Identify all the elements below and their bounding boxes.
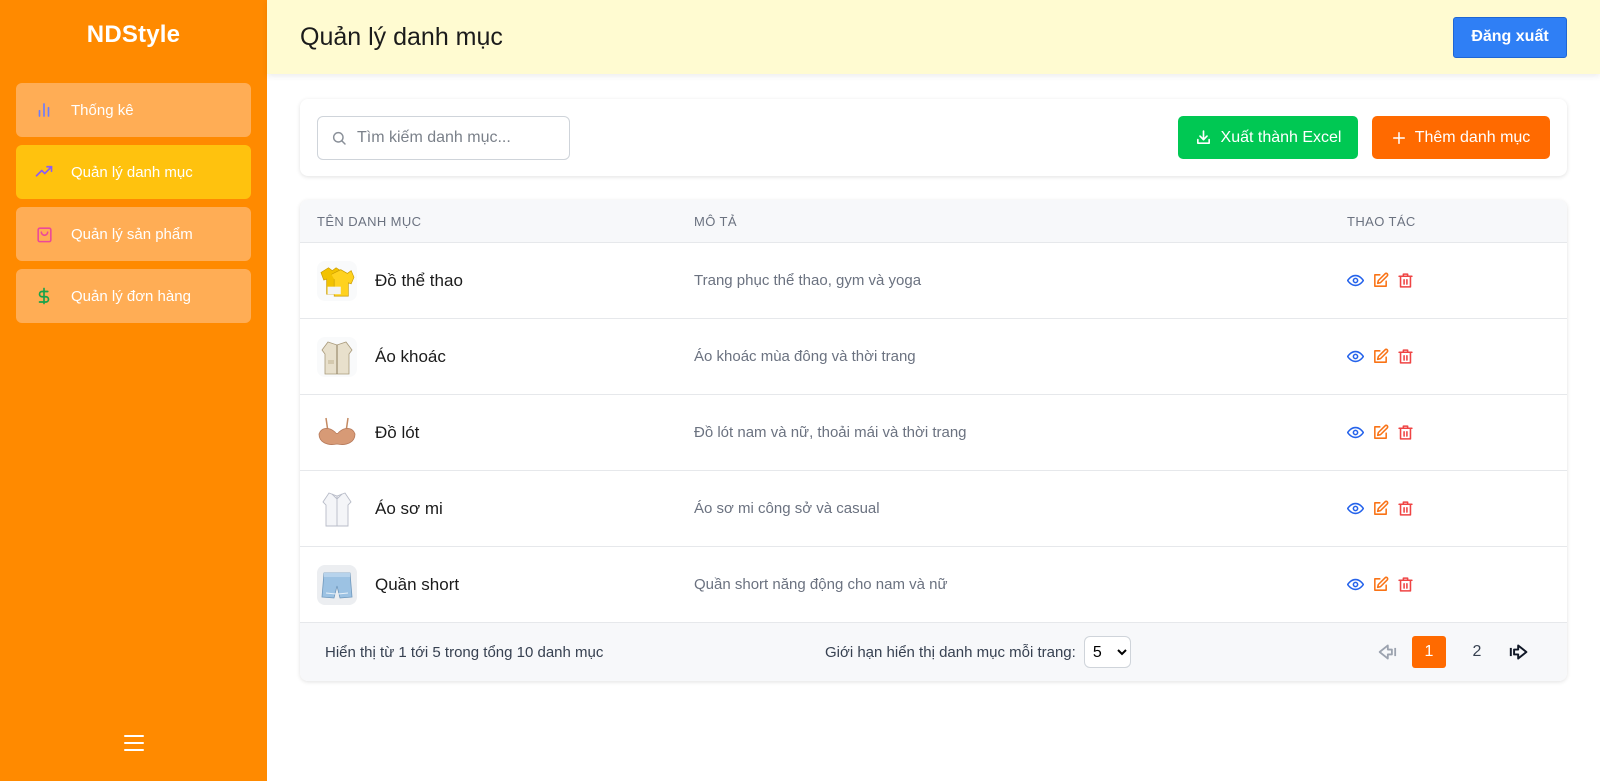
add-category-label: Thêm danh mục xyxy=(1414,128,1531,146)
plus-icon xyxy=(1392,131,1406,145)
sidebar-nav: Thống kê Quản lý danh mục Quản lý sản ph… xyxy=(0,70,267,323)
menu-toggle-icon[interactable] xyxy=(122,733,146,753)
category-name: Quần short xyxy=(375,574,460,594)
category-description: Quần short năng động cho nam và nữ xyxy=(694,576,948,593)
page-size-label: Giới hạn hiển thị danh mục mỗi trang: xyxy=(825,643,1076,661)
sidebar-item-categories[interactable]: Quản lý danh mục xyxy=(16,145,251,199)
column-header-actions: THAO TÁC xyxy=(1347,213,1416,229)
page-header: Quản lý danh mục Đăng xuất xyxy=(267,0,1600,74)
export-excel-button[interactable]: Xuất thành Excel xyxy=(1178,116,1358,159)
pagination: 1 2 xyxy=(1369,636,1537,668)
table-row: Áo khoác Áo khoác mùa đông và thời trang xyxy=(300,319,1567,395)
delete-icon[interactable] xyxy=(1397,272,1414,289)
shopping-bag-icon xyxy=(34,224,54,244)
page-size-control: Giới hạn hiển thị danh mục mỗi trang: 5 xyxy=(825,636,1131,668)
sidebar-item-products[interactable]: Quản lý sản phẩm xyxy=(16,207,251,261)
category-thumbnail xyxy=(317,488,357,529)
prev-page-icon[interactable] xyxy=(1369,636,1405,668)
category-thumbnail xyxy=(317,260,357,301)
sidebar-item-label: Quản lý sản phẩm xyxy=(71,225,193,243)
main-content: Quản lý danh mục Đăng xuất Xuất thành E xyxy=(267,0,1600,781)
next-page-icon[interactable] xyxy=(1501,636,1537,668)
logout-button[interactable]: Đăng xuất xyxy=(1453,16,1567,58)
edit-icon[interactable] xyxy=(1372,576,1389,593)
pagination-info: Hiển thị từ 1 tới 5 trong tổng 10 danh m… xyxy=(325,643,604,661)
row-actions xyxy=(1347,348,1567,365)
category-description: Áo sơ mi công sở và casual xyxy=(694,500,880,517)
category-description: Đồ lót nam và nữ, thoải mái và thời tran… xyxy=(694,424,967,441)
view-icon[interactable] xyxy=(1347,576,1364,593)
category-name: Đồ thể thao xyxy=(375,270,463,290)
row-actions xyxy=(1347,424,1567,441)
dollar-icon xyxy=(34,286,54,306)
column-header-description: MÔ TẢ xyxy=(694,213,737,229)
table-footer: Hiển thị từ 1 tới 5 trong tổng 10 danh m… xyxy=(300,623,1567,681)
search-box[interactable] xyxy=(317,115,570,160)
row-actions xyxy=(1347,576,1567,593)
edit-icon[interactable] xyxy=(1372,500,1389,517)
sidebar-item-orders[interactable]: Quản lý đơn hàng xyxy=(16,269,251,323)
page-size-select[interactable]: 5 xyxy=(1083,636,1131,668)
delete-icon[interactable] xyxy=(1397,348,1414,365)
edit-icon[interactable] xyxy=(1372,272,1389,289)
page-title: Quản lý danh mục xyxy=(300,22,503,51)
category-table: TÊN DANH MỤC MÔ TẢ THAO TÁC Đồ thể thao … xyxy=(300,200,1567,681)
view-icon[interactable] xyxy=(1347,424,1364,441)
sidebar-item-label: Thống kê xyxy=(71,101,134,119)
sidebar: NDStyle Thống kê Quản lý danh mục Quản l… xyxy=(0,0,267,781)
search-input[interactable] xyxy=(357,128,557,147)
edit-icon[interactable] xyxy=(1372,424,1389,441)
column-header-name: TÊN DANH MỤC xyxy=(317,213,422,229)
delete-icon[interactable] xyxy=(1397,500,1414,517)
edit-icon[interactable] xyxy=(1372,348,1389,365)
table-row: Áo sơ mi Áo sơ mi công sở và casual xyxy=(300,471,1567,547)
category-thumbnail xyxy=(317,336,357,377)
table-header: TÊN DANH MỤC MÔ TẢ THAO TÁC xyxy=(300,200,1567,243)
trending-up-icon xyxy=(34,162,54,182)
sidebar-item-label: Quản lý danh mục xyxy=(71,163,193,181)
category-name: Đồ lót xyxy=(375,422,420,442)
view-icon[interactable] xyxy=(1347,348,1364,365)
view-icon[interactable] xyxy=(1347,500,1364,517)
table-row: Đồ lót Đồ lót nam và nữ, thoải mái và th… xyxy=(300,395,1567,471)
brand-logo[interactable]: NDStyle xyxy=(0,0,267,70)
category-thumbnail xyxy=(317,412,357,453)
row-actions xyxy=(1347,272,1567,289)
add-category-button[interactable]: Thêm danh mục xyxy=(1372,116,1550,159)
delete-icon[interactable] xyxy=(1397,576,1414,593)
toolbar: Xuất thành Excel Thêm danh mục xyxy=(300,99,1567,176)
sidebar-item-label: Quản lý đơn hàng xyxy=(71,287,191,305)
category-name: Áo sơ mi xyxy=(375,498,443,518)
delete-icon[interactable] xyxy=(1397,424,1414,441)
bar-chart-icon xyxy=(34,100,54,120)
download-icon xyxy=(1195,129,1212,146)
row-actions xyxy=(1347,500,1567,517)
category-description: Áo khoác mùa đông và thời trang xyxy=(694,348,916,365)
export-excel-label: Xuất thành Excel xyxy=(1220,128,1342,146)
table-row: Quần short Quần short năng động cho nam … xyxy=(300,547,1567,623)
category-thumbnail xyxy=(317,564,357,605)
search-icon xyxy=(331,130,347,146)
category-description: Trang phục thể thao, gym và yoga xyxy=(694,272,922,289)
page-button-2[interactable]: 2 xyxy=(1460,636,1494,668)
page-button-1[interactable]: 1 xyxy=(1412,636,1446,668)
table-row: Đồ thể thao Trang phục thể thao, gym và … xyxy=(300,243,1567,319)
view-icon[interactable] xyxy=(1347,272,1364,289)
category-name: Áo khoác xyxy=(375,346,446,366)
sidebar-item-statistics[interactable]: Thống kê xyxy=(16,83,251,137)
